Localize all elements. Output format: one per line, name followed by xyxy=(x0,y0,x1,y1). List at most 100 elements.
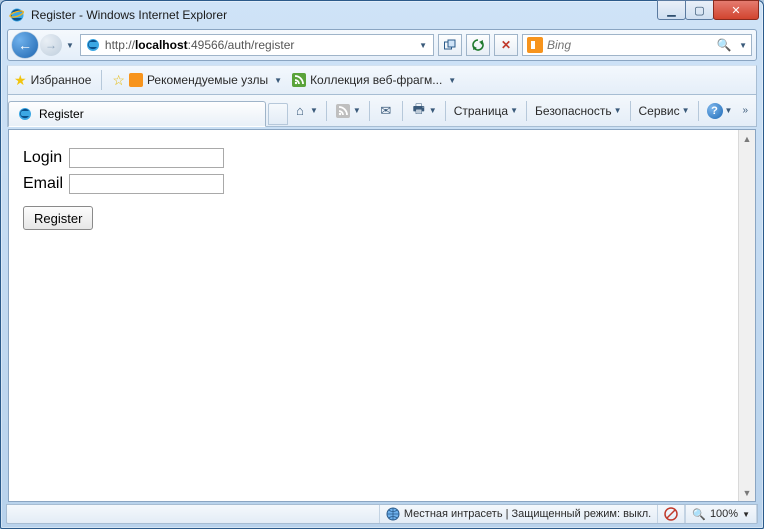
minimize-button[interactable]: ▁ xyxy=(657,0,686,20)
protected-mode-toggle[interactable] xyxy=(658,505,685,523)
suggested-sites-label: Рекомендуемые узлы xyxy=(147,73,268,87)
zoom-control[interactable]: 🔍 100% ▼ xyxy=(685,505,757,523)
navigation-bar: ← → ▼ http://localhost:49566/auth/regist… xyxy=(7,29,757,61)
email-label: Email xyxy=(23,175,69,193)
url-text: http://localhost:49566/auth/register xyxy=(105,36,413,54)
refresh-icon xyxy=(471,38,485,52)
star-outline-icon: ☆ xyxy=(112,72,125,89)
overflow-chevron[interactable]: » xyxy=(738,105,752,116)
login-input[interactable] xyxy=(69,148,224,168)
login-row: Login xyxy=(23,148,741,168)
register-button[interactable]: Register xyxy=(23,206,93,230)
zoom-value: 100% xyxy=(710,508,738,520)
separator xyxy=(698,101,699,121)
tab-title: Register xyxy=(39,107,84,121)
chevron-down-icon: ▼ xyxy=(310,106,318,115)
ie-page-icon xyxy=(85,37,101,53)
zoom-icon: 🔍 xyxy=(692,508,706,521)
command-buttons: ⌂▼ ▼ ✉ 🖶▼ Страница▼ Безопасность▼ Сервис… xyxy=(288,101,756,121)
chevron-down-icon: ▼ xyxy=(725,106,733,115)
bing-icon xyxy=(527,37,543,53)
forward-button[interactable]: → xyxy=(40,34,62,56)
web-slice-label: Коллекция веб-фрагм... xyxy=(310,73,442,87)
maximize-button[interactable]: ▢ xyxy=(685,0,714,20)
search-box[interactable]: 🔍 ▼ xyxy=(522,34,752,56)
compat-view-button[interactable] xyxy=(438,34,462,56)
command-bar: Register ⌂▼ ▼ ✉ 🖶▼ Страница▼ Безопасност… xyxy=(7,95,757,127)
security-menu-label: Безопасность xyxy=(535,104,612,118)
suggested-sites[interactable]: ☆ Рекомендуемые узлы ▼ xyxy=(112,72,282,89)
favorites-label: Избранное xyxy=(31,73,92,87)
print-button[interactable]: 🖶▼ xyxy=(407,101,441,121)
url-dropdown[interactable]: ▼ xyxy=(413,41,433,50)
globe-icon xyxy=(386,507,400,521)
tab-strip: Register xyxy=(8,95,288,126)
search-button[interactable]: 🔍 xyxy=(713,38,735,52)
scroll-down-icon[interactable]: ▼ xyxy=(739,484,755,501)
chevron-down-icon: ▼ xyxy=(614,106,622,115)
browser-window: Register - Windows Internet Explorer ▁ ▢… xyxy=(0,0,764,529)
nav-buttons: ← → ▼ xyxy=(12,32,76,58)
titlebar: Register - Windows Internet Explorer ▁ ▢… xyxy=(1,1,763,29)
vertical-scrollbar[interactable]: ▲ ▼ xyxy=(738,130,755,501)
home-icon: ⌂ xyxy=(292,103,308,119)
search-input[interactable] xyxy=(547,38,713,52)
refresh-button[interactable] xyxy=(466,34,490,56)
email-row: Email xyxy=(23,174,741,194)
status-message xyxy=(7,505,380,523)
web-slice-gallery[interactable]: Коллекция веб-фрагм... ▼ xyxy=(292,73,456,87)
print-icon: 🖶 xyxy=(411,103,427,119)
rss-icon xyxy=(335,103,351,119)
search-dropdown[interactable]: ▼ xyxy=(735,41,751,50)
status-bar: Местная интрасеть | Защищенный режим: вы… xyxy=(6,504,758,524)
separator xyxy=(630,101,631,121)
help-button[interactable]: ?▼ xyxy=(703,101,737,121)
favorites-button[interactable]: ★ Избранное xyxy=(14,72,91,89)
ie-page-icon xyxy=(17,106,33,122)
url-rest: :49566/auth/register xyxy=(188,38,295,52)
help-icon: ? xyxy=(707,103,723,119)
zone-text: Местная интрасеть | Защищенный режим: вы… xyxy=(404,508,651,520)
tools-menu[interactable]: Сервис▼ xyxy=(635,102,694,120)
scroll-up-icon[interactable]: ▲ xyxy=(739,130,755,147)
tools-menu-label: Сервис xyxy=(639,104,680,118)
chevron-down-icon: ▼ xyxy=(510,106,518,115)
email-input[interactable] xyxy=(69,174,224,194)
window-title: Register - Windows Internet Explorer xyxy=(31,8,227,22)
close-button[interactable]: ✕ xyxy=(713,0,759,20)
new-tab-button[interactable] xyxy=(268,103,288,125)
separator xyxy=(101,70,102,90)
protected-off-icon xyxy=(664,507,678,521)
zone-info[interactable]: Местная интрасеть | Защищенный режим: вы… xyxy=(380,505,658,523)
read-mail-button[interactable]: ✉ xyxy=(374,101,398,121)
nav-history-dropdown[interactable]: ▼ xyxy=(64,41,76,50)
chevron-down-icon: ▼ xyxy=(429,106,437,115)
url-prefix: http:// xyxy=(105,38,135,52)
stop-button[interactable]: ✕ xyxy=(494,34,518,56)
tab-register[interactable]: Register xyxy=(8,101,266,127)
compat-icon xyxy=(443,38,457,52)
chevron-down-icon: ▼ xyxy=(448,76,456,85)
separator xyxy=(526,101,527,121)
home-button[interactable]: ⌂▼ xyxy=(288,101,322,121)
separator xyxy=(402,101,403,121)
separator xyxy=(369,101,370,121)
mail-icon: ✉ xyxy=(378,103,394,119)
separator xyxy=(445,101,446,121)
register-form: Login Email Register xyxy=(9,130,755,248)
content-area: Login Email Register ▲ ▼ xyxy=(8,129,756,502)
feeds-button[interactable]: ▼ xyxy=(331,101,365,121)
back-button[interactable]: ← xyxy=(12,32,38,58)
login-label: Login xyxy=(23,149,69,167)
chevron-down-icon: ▼ xyxy=(353,106,361,115)
url-host: localhost xyxy=(135,38,188,52)
security-menu[interactable]: Безопасность▼ xyxy=(531,102,625,120)
chevron-down-icon: ▼ xyxy=(682,106,690,115)
page-menu[interactable]: Страница▼ xyxy=(450,102,522,120)
chevron-down-icon: ▼ xyxy=(274,76,282,85)
bing-small-icon xyxy=(129,73,143,87)
window-controls: ▁ ▢ ✕ xyxy=(658,0,759,20)
chevron-down-icon: ▼ xyxy=(742,510,750,519)
address-bar[interactable]: http://localhost:49566/auth/register ▼ xyxy=(80,34,434,56)
separator xyxy=(326,101,327,121)
